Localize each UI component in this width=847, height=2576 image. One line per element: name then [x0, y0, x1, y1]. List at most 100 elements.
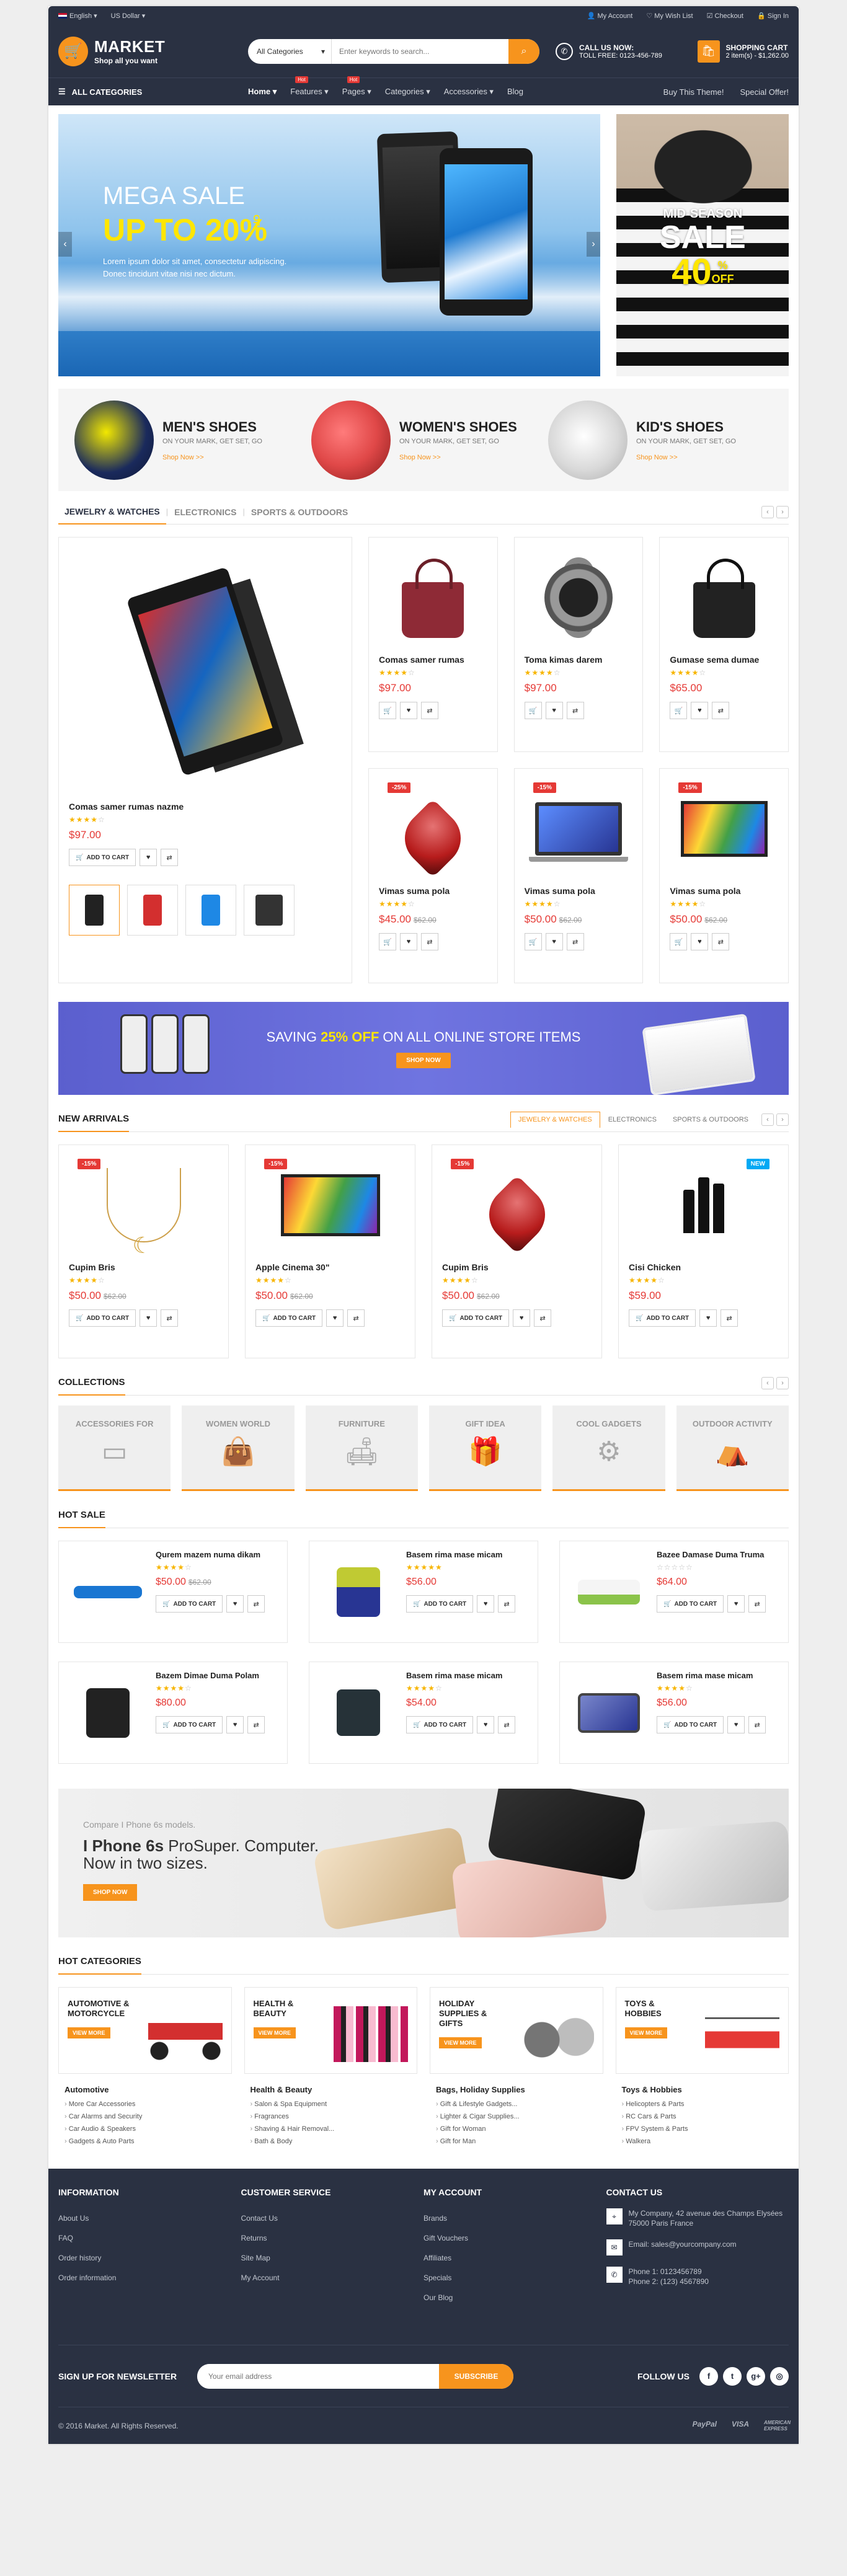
product-card[interactable]: Comas samer rumas ★★★★☆ $97.00 🛒 ♥ ⇄: [368, 537, 498, 752]
product-card[interactable]: Bazee Damase Duma Truma ☆☆☆☆☆ $64.00 🛒 A…: [559, 1541, 789, 1643]
product-card[interactable]: -15% Vimas suma pola ★★★★☆ $50.00 $62.00 …: [513, 768, 644, 983]
my-account-link[interactable]: 👤 My Account: [587, 12, 633, 20]
add-to-cart-button[interactable]: 🛒: [670, 702, 688, 719]
compare-button[interactable]: ⇄: [748, 1716, 766, 1733]
category-link[interactable]: Fragrances: [251, 2110, 418, 2123]
facebook-icon[interactable]: f: [699, 2366, 718, 2386]
footer-link[interactable]: Site Map: [241, 2248, 424, 2268]
compare-button[interactable]: ⇄: [712, 702, 730, 719]
product-card[interactable]: NEW Cisi Chicken ★★★★☆ $59.00 🛒 ADD TO C…: [618, 1144, 789, 1358]
product-card[interactable]: -25% Vimas suma pola ★★★★☆ $45.00 $62.00 …: [368, 768, 498, 983]
category-heading[interactable]: Bags, Holiday Supplies: [436, 2085, 603, 2094]
collection-item[interactable]: OUTDOOR ACTIVITY ⛺: [676, 1405, 789, 1491]
wishlist-button[interactable]: ♥: [727, 1716, 745, 1733]
footer-link[interactable]: FAQ: [58, 2228, 241, 2248]
add-to-cart-button[interactable]: 🛒 ADD TO CART: [156, 1595, 223, 1613]
shop-now-button[interactable]: SHOP NOW: [396, 1052, 451, 1068]
sign-in-link[interactable]: 🔒 Sign In: [757, 12, 789, 20]
footer-link[interactable]: Order history: [58, 2248, 241, 2268]
all-categories-button[interactable]: ☰ ALL CATEGORIES: [58, 87, 248, 97]
featured-product[interactable]: Comas samer rumas nazme ★★★★☆ $97.00 🛒 AD…: [58, 537, 352, 983]
shop-now-button[interactable]: SHOP NOW: [83, 1884, 138, 1901]
category-link[interactable]: More Car Accessories: [64, 2098, 232, 2110]
compare-button[interactable]: ⇄: [534, 1309, 552, 1327]
add-to-cart-button[interactable]: 🛒 ADD TO CART: [629, 1309, 696, 1327]
compare-button[interactable]: ⇄: [748, 1595, 766, 1613]
footer-link[interactable]: Contact Us: [241, 2208, 424, 2228]
wishlist-link[interactable]: ♡ My Wish List: [646, 12, 693, 20]
category-link[interactable]: Walkera: [622, 2135, 789, 2148]
product-card[interactable]: -15% Cupim Bris ★★★★☆ $50.00$62.00 🛒 ADD…: [432, 1144, 602, 1358]
wishlist-button[interactable]: ♥: [545, 702, 563, 719]
compare-button[interactable]: ⇄: [247, 1595, 265, 1613]
product-card[interactable]: Qurem mazem numa dikam ★★★★☆ $50.00 $62.0…: [58, 1541, 288, 1643]
category-link[interactable]: Lighter & Cigar Supplies...: [436, 2110, 603, 2123]
footer-link[interactable]: Returns: [241, 2228, 424, 2248]
wishlist-button[interactable]: ♥: [699, 1309, 717, 1327]
category-heading[interactable]: Automotive: [64, 2085, 232, 2094]
wishlist-button[interactable]: ♥: [226, 1716, 244, 1733]
compare-button[interactable]: ⇄: [566, 933, 584, 950]
shoe-category[interactable]: MEN'S SHOES ON YOUR MARK, GET SET, GO Shop…: [68, 400, 305, 480]
wishlist-button[interactable]: ♥: [513, 1309, 531, 1327]
tab-sports[interactable]: SPORTS & OUTDOORS: [665, 1112, 756, 1128]
currency-select[interactable]: US Dollar ▾: [111, 12, 146, 20]
wishlist-button[interactable]: ♥: [226, 1595, 244, 1613]
add-to-cart-button[interactable]: 🛒 ADD TO CART: [406, 1716, 474, 1733]
product-card[interactable]: Basem rima mase micam ★★★★☆ $56.00 🛒 ADD…: [559, 1662, 789, 1764]
thumbnail[interactable]: [69, 885, 120, 936]
collection-item[interactable]: COOL GADGETS ⚙: [552, 1405, 665, 1491]
collection-item[interactable]: GIFT IDEA 🎁: [428, 1405, 542, 1491]
thumbnail[interactable]: [244, 885, 295, 936]
footer-link[interactable]: Brands: [423, 2208, 606, 2228]
add-to-cart-button[interactable]: 🛒 ADD TO CART: [156, 1716, 223, 1733]
compare-button[interactable]: ⇄: [347, 1309, 365, 1327]
view-more-button[interactable]: VIEW MORE: [253, 2027, 296, 2038]
add-to-cart-button[interactable]: 🛒 ADD TO CART: [442, 1309, 510, 1327]
view-more-button[interactable]: VIEW MORE: [624, 2027, 668, 2038]
nav-categories[interactable]: Categories ▾: [385, 87, 430, 97]
next-arrow[interactable]: ›: [776, 1113, 789, 1126]
category-link[interactable]: Salon & Spa Equipment: [251, 2098, 418, 2110]
tab-electronics[interactable]: ELECTRONICS: [168, 500, 242, 524]
next-arrow[interactable]: ›: [776, 1376, 789, 1389]
hero-slider[interactable]: MEGA SALE UP TO 20% OFF Lorem ipsum dolo…: [58, 114, 600, 376]
twitter-icon[interactable]: t: [723, 2366, 742, 2386]
footer-link[interactable]: Specials: [423, 2268, 606, 2288]
view-more-button[interactable]: VIEW MORE: [439, 2037, 482, 2048]
nav-accessories[interactable]: Accessories ▾: [444, 87, 494, 97]
thumbnail[interactable]: [127, 885, 178, 936]
tab-jewelry[interactable]: JEWELRY & WATCHES: [58, 500, 166, 524]
compare-button[interactable]: ⇄: [498, 1716, 516, 1733]
product-card[interactable]: -15% Cupim Bris ★★★★☆ $50.00$62.00 🛒 ADD…: [58, 1144, 229, 1358]
nav-blog[interactable]: Blog: [507, 87, 523, 97]
wishlist-button[interactable]: ♥: [140, 849, 157, 866]
footer-link[interactable]: Affiliates: [423, 2248, 606, 2268]
shop-now-link[interactable]: Shop Now >>: [636, 454, 736, 461]
buy-theme-link[interactable]: Buy This Theme!: [663, 87, 724, 97]
add-to-cart-button[interactable]: 🛒 ADD TO CART: [657, 1595, 724, 1613]
mid-season-banner[interactable]: MID-SEASON SALE 40% OFF: [616, 114, 789, 376]
add-to-cart-button[interactable]: 🛒: [670, 933, 688, 950]
compare-button[interactable]: ⇄: [421, 933, 438, 950]
footer-link[interactable]: Our Blog: [423, 2288, 606, 2308]
special-offer-link[interactable]: Special Offer!: [740, 87, 789, 97]
shoe-category[interactable]: KID'S SHOES ON YOUR MARK, GET SET, GO Shop…: [542, 400, 779, 480]
tab-sports[interactable]: SPORTS & OUTDOORS: [245, 500, 354, 524]
next-arrow[interactable]: ›: [776, 505, 789, 518]
add-to-cart-button[interactable]: 🛒: [524, 702, 542, 719]
wishlist-button[interactable]: ♥: [400, 702, 417, 719]
nav-home[interactable]: Home ▾: [248, 87, 277, 97]
subscribe-button[interactable]: SUBSCRIBE: [439, 2363, 513, 2389]
category-link[interactable]: Car Audio & Speakers: [64, 2123, 232, 2135]
instagram-icon[interactable]: ◎: [770, 2366, 789, 2386]
slider-next-arrow[interactable]: ›: [587, 232, 600, 257]
add-to-cart-button[interactable]: 🛒 ADD TO CART: [69, 1309, 136, 1327]
compare-button[interactable]: ⇄: [566, 702, 584, 719]
compare-button[interactable]: ⇄: [161, 1309, 179, 1327]
category-heading[interactable]: Toys & Hobbies: [622, 2085, 789, 2094]
nav-pages[interactable]: Hot Pages ▾: [342, 76, 371, 97]
wishlist-button[interactable]: ♥: [545, 933, 563, 950]
iphone-banner[interactable]: Compare I Phone 6s models. I Phone 6s Pr…: [58, 1789, 789, 1937]
category-link[interactable]: RC Cars & Parts: [622, 2110, 789, 2123]
